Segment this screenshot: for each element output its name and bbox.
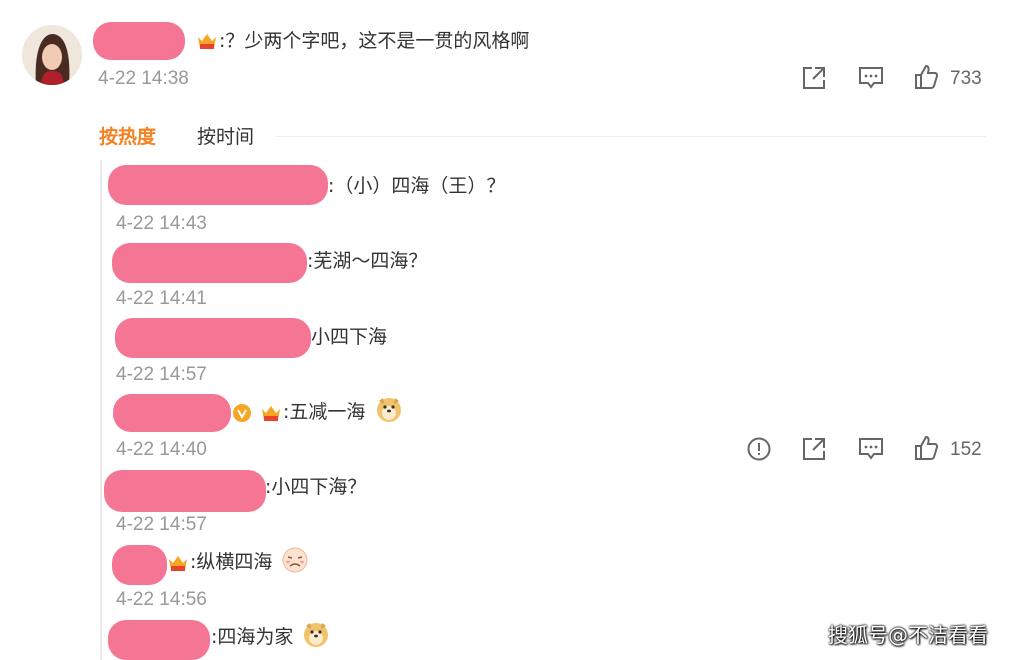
reply-text: :小四下海？ [265, 476, 367, 498]
verified-icon [233, 404, 251, 422]
reply-text: :纵横四海 [190, 551, 273, 573]
crown-badge-icon [198, 34, 216, 49]
share-icon[interactable] [801, 65, 827, 91]
watermark: 搜狐号@不洁看看 [828, 623, 988, 647]
comment-time: 4-22 14:38 [98, 68, 189, 89]
like-count: 152 [950, 439, 982, 460]
reply-time: 4-22 14:40 [116, 439, 207, 460]
reply-thread-line [100, 160, 102, 660]
reply-time: 4-22 14:56 [116, 589, 207, 610]
redacted-username [104, 470, 266, 512]
redacted-username [112, 545, 167, 585]
tab-hot[interactable]: 按热度 [99, 126, 156, 148]
sad-face-emoji [282, 547, 308, 573]
crown-badge-icon [262, 406, 280, 421]
report-icon[interactable] [746, 436, 772, 462]
doge-emoji [304, 623, 328, 647]
reply-time: 4-22 14:57 [116, 514, 207, 535]
crown-badge-icon [169, 556, 187, 571]
comment-text: :？少两个字吧，这不是一贯的风格啊 [219, 30, 530, 52]
comment-icon[interactable] [858, 436, 884, 462]
reply-time: 4-22 14:57 [116, 364, 207, 385]
like-icon[interactable] [913, 64, 939, 90]
tab-time[interactable]: 按时间 [197, 126, 254, 148]
reply-text: :四海为家 [211, 626, 294, 648]
redacted-username [108, 165, 328, 205]
doge-emoji [377, 398, 401, 422]
reply-text: 小四下海 [311, 326, 388, 348]
share-icon[interactable] [801, 436, 827, 462]
redacted-username [115, 318, 311, 358]
redacted-username [93, 22, 185, 60]
divider [276, 136, 986, 137]
redacted-username [113, 394, 231, 432]
reply-text: :（小）四海（王）？ [328, 175, 506, 197]
redacted-username [108, 620, 210, 660]
reply-time: 4-22 14:43 [116, 213, 207, 234]
reply-time: 4-22 14:41 [116, 288, 207, 309]
reply-text: :芜湖～四海？ [307, 250, 428, 272]
reply-text: :五减一海 [283, 401, 366, 423]
like-icon[interactable] [913, 435, 939, 461]
redacted-username [112, 243, 307, 283]
avatar[interactable] [22, 25, 82, 85]
like-count: 733 [950, 68, 982, 89]
comment-icon[interactable] [858, 65, 884, 91]
